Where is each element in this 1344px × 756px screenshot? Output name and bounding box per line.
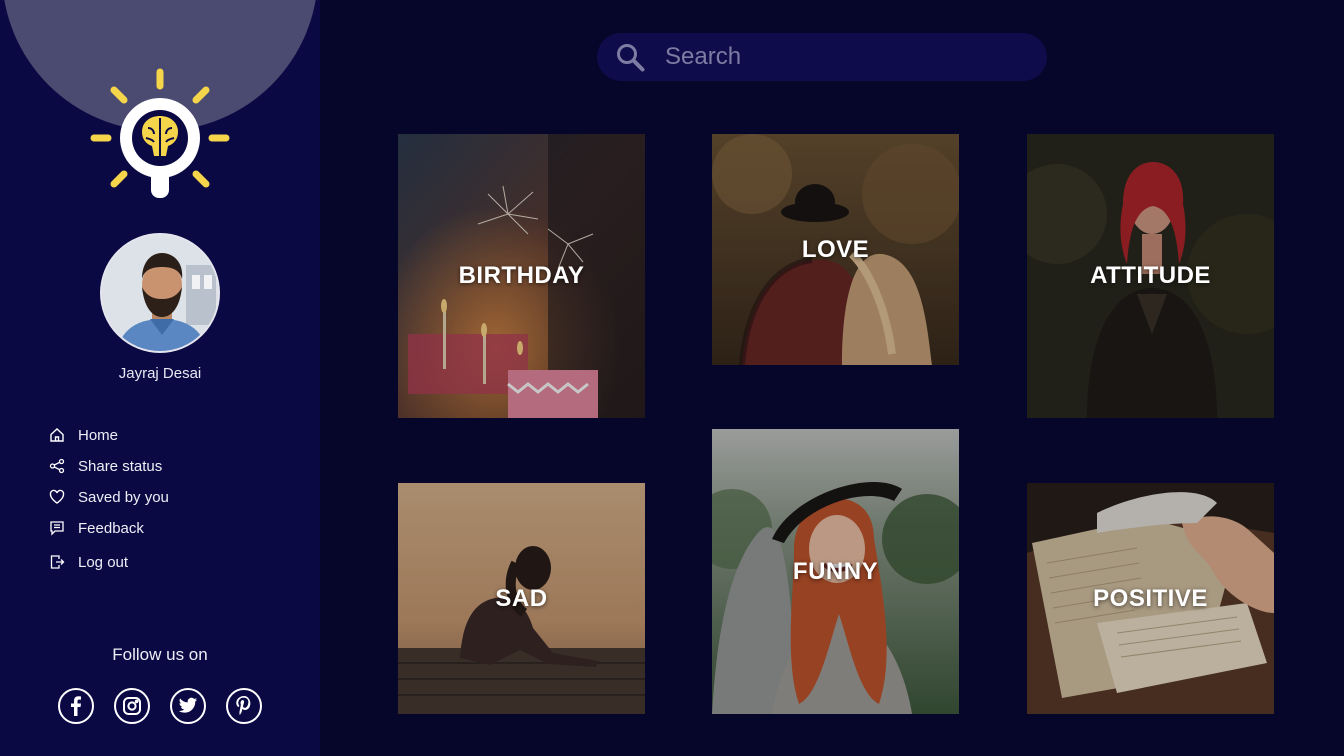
category-label: POSITIVE — [1093, 584, 1208, 612]
heart-icon — [48, 488, 66, 506]
category-card-positive[interactable]: POSITIVE — [1027, 483, 1274, 714]
sidebar: Jayraj Desai Home Share status Saved by … — [0, 0, 320, 756]
home-icon — [48, 426, 66, 444]
category-card-funny[interactable]: FUNNY — [712, 429, 959, 714]
pinterest-icon[interactable] — [226, 688, 262, 724]
category-card-love[interactable]: LOVE — [712, 134, 959, 365]
sidebar-item-label: Feedback — [78, 519, 144, 537]
profile-name: Jayraj Desai — [118, 365, 202, 382]
feedback-icon — [48, 519, 66, 537]
category-label: ATTITUDE — [1090, 262, 1211, 289]
sidebar-item-home[interactable]: Home — [48, 424, 118, 446]
bulb-brain-logo-icon[interactable] — [90, 68, 230, 204]
category-label: SAD — [495, 584, 548, 612]
facebook-icon[interactable] — [58, 688, 94, 724]
logout-icon — [48, 553, 66, 571]
sidebar-item-label: Log out — [78, 553, 129, 571]
search-icon[interactable] — [615, 42, 647, 79]
search-bar — [597, 33, 1047, 81]
category-label: LOVE — [801, 235, 870, 263]
share-icon — [48, 457, 66, 475]
sidebar-item-label: Share status — [78, 457, 163, 475]
category-card-attitude[interactable]: ATTITUDE — [1027, 134, 1274, 418]
sidebar-item-label: Home — [78, 426, 119, 444]
avatar[interactable] — [100, 233, 220, 353]
sidebar-item-label: Saved by you — [78, 488, 169, 506]
sidebar-item-saved[interactable]: Saved by you — [48, 486, 169, 508]
search-input[interactable] — [665, 41, 1025, 73]
social-links — [58, 688, 262, 724]
sidebar-item-share-status[interactable]: Share status — [48, 455, 162, 477]
category-card-sad[interactable]: SAD — [398, 483, 645, 714]
twitter-icon[interactable] — [170, 688, 206, 724]
category-card-birthday[interactable]: BIRTHDAY — [398, 134, 645, 418]
sidebar-item-feedback[interactable]: Feedback — [48, 517, 144, 539]
category-label: FUNNY — [792, 557, 879, 585]
instagram-icon[interactable] — [114, 688, 150, 724]
follow-label: Follow us on — [112, 645, 208, 664]
category-label: BIRTHDAY — [458, 262, 585, 289]
sidebar-item-logout[interactable]: Log out — [48, 551, 128, 573]
